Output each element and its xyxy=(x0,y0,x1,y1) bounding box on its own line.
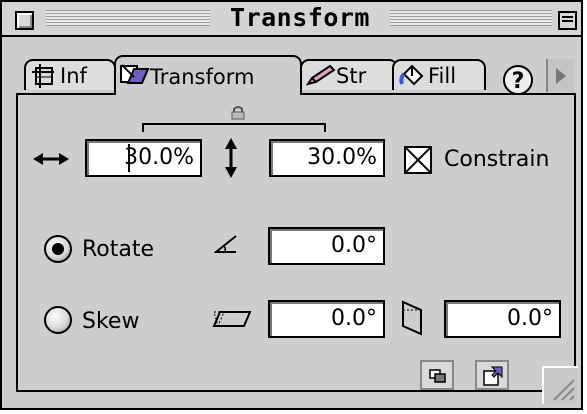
close-box[interactable] xyxy=(15,11,34,30)
stroke-pencil-icon xyxy=(305,64,336,88)
rotate-label: Rotate xyxy=(82,237,155,262)
help-button[interactable]: ? xyxy=(503,65,533,95)
tab-info[interactable]: Inf xyxy=(24,59,116,90)
lock-icon[interactable] xyxy=(229,105,247,124)
transform-icon xyxy=(120,63,150,87)
constrain-checkbox[interactable] xyxy=(404,146,432,174)
window-title: Transform xyxy=(230,3,370,32)
copy-transform-icon xyxy=(429,368,447,387)
copy-transform-button[interactable] xyxy=(420,360,454,390)
width-scale-input[interactable]: 30.0% xyxy=(85,139,202,177)
panel-tabs: Inf Transform Str Fill ? xyxy=(16,49,576,95)
tab-info-label: Inf xyxy=(60,64,87,88)
tab-stroke[interactable]: Str xyxy=(300,59,398,90)
title-stripes-left xyxy=(46,10,210,26)
title-stripes-right xyxy=(390,10,552,26)
skew-vertical-icon xyxy=(401,300,425,340)
apply-transform-icon xyxy=(482,365,504,391)
text-cursor xyxy=(128,144,130,172)
title-bar[interactable]: Transform xyxy=(2,2,581,37)
tab-transform[interactable]: Transform xyxy=(114,55,302,95)
fill-bucket-icon xyxy=(398,64,424,88)
constrain-label: Constrain xyxy=(444,147,550,172)
height-scale-input[interactable]: 30.0% xyxy=(269,139,385,177)
skew-radio[interactable] xyxy=(44,306,72,334)
skew-vertical-input[interactable]: 0.0° xyxy=(444,300,561,338)
tab-stroke-label: Str xyxy=(336,64,367,88)
rotate-radio[interactable] xyxy=(44,235,72,263)
resize-handle[interactable] xyxy=(542,366,578,404)
rotate-angle-input[interactable]: 0.0° xyxy=(268,227,385,265)
vertical-double-arrow-icon xyxy=(224,138,238,182)
horizontal-double-arrow-icon xyxy=(33,151,69,170)
skew-horizontal-icon xyxy=(212,310,252,332)
apply-transform-button[interactable] xyxy=(475,360,509,390)
skew-label: Skew xyxy=(82,309,140,334)
tab-transform-label: Transform xyxy=(150,65,255,89)
constrain-bracket xyxy=(142,123,326,132)
angle-icon xyxy=(213,234,238,258)
tab-fill-label: Fill xyxy=(428,64,457,88)
collapse-box[interactable] xyxy=(558,11,577,30)
tab-fill[interactable]: Fill xyxy=(392,59,486,90)
skew-horizontal-input[interactable]: 0.0° xyxy=(268,300,385,338)
info-icon xyxy=(30,64,56,88)
tab-scroll-right-button[interactable] xyxy=(546,59,574,92)
